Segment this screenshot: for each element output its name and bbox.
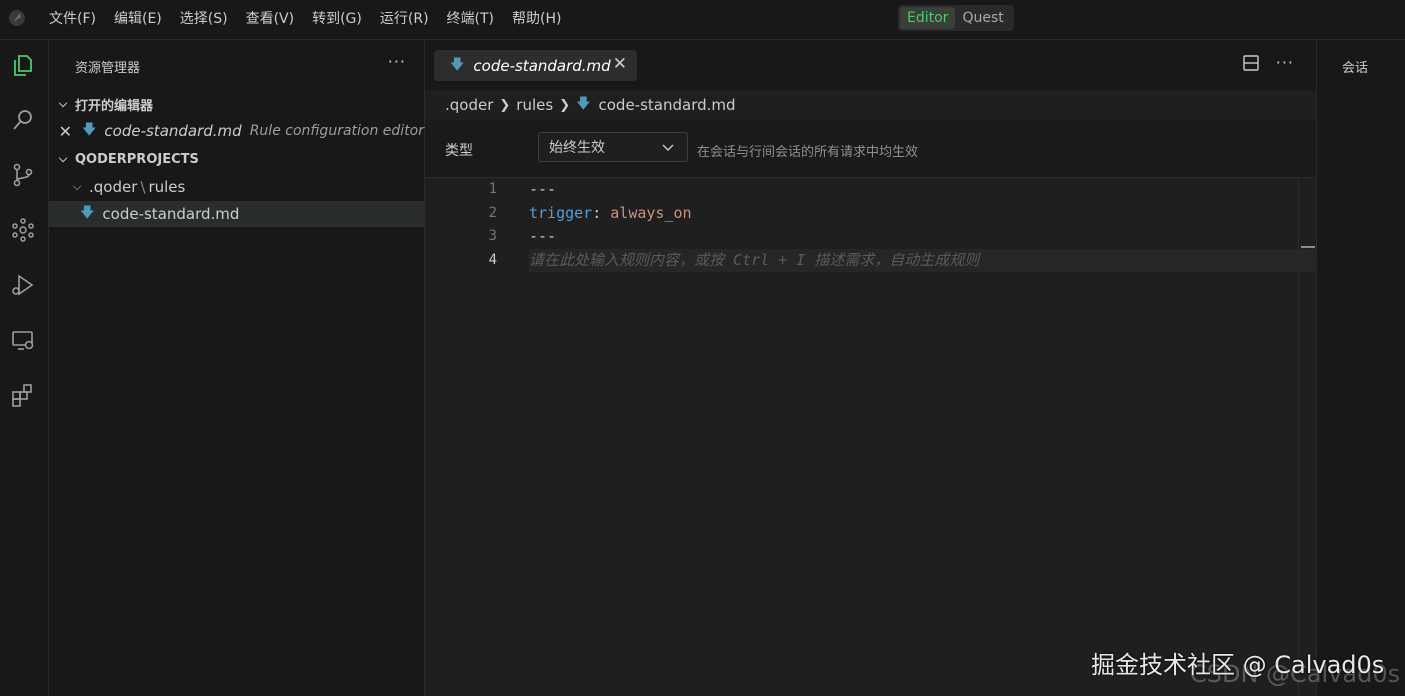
qoder-logo-icon (9, 10, 25, 26)
close-icon[interactable]: ✕ (49, 122, 72, 141)
menu-file[interactable]: 文件(F) (40, 0, 105, 38)
placeholder-text: 请在此处输入规则内容，或按 Ctrl + I 描述需求，自动生成规则 (529, 250, 980, 269)
chevron-down-icon: ⌵ (58, 152, 68, 165)
editor-tab[interactable]: 🡇 code-standard.md ✕ (434, 50, 637, 81)
markdown-file-icon: 🡇 (82, 122, 97, 138)
split-editor-icon[interactable] (1242, 54, 1260, 72)
explorer-icon[interactable] (10, 52, 36, 78)
markdown-file-icon: 🡇 (576, 96, 591, 112)
menu-bar: 文件(F) 编辑(E) 选择(S) 查看(V) 转到(G) 运行(R) 终端(T… (40, 0, 570, 38)
code-token: : (592, 203, 611, 222)
source-control-icon[interactable] (10, 162, 36, 188)
breadcrumb-item[interactable]: code-standard.md (599, 96, 736, 114)
chat-panel: 会话 (1316, 40, 1405, 696)
title-bar: 文件(F) 编辑(E) 选择(S) 查看(V) 转到(G) 运行(R) 终端(T… (0, 0, 1405, 40)
rule-type-select[interactable]: 始终生效 (538, 132, 688, 162)
menu-selection[interactable]: 选择(S) (171, 0, 237, 38)
line-number: 3 (488, 228, 497, 244)
menu-terminal[interactable]: 终端(T) (438, 0, 503, 38)
file-name: code-standard.md (102, 205, 240, 223)
code-line[interactable]: 1 --- (425, 178, 1315, 201)
chevron-down-icon: ⌵ (58, 97, 68, 110)
line-number: 4 (488, 251, 497, 268)
extensions-icon[interactable] (10, 382, 36, 408)
breadcrumb: .qoder ❯ rules ❯ 🡇 code-standard.md (445, 94, 736, 116)
code-line[interactable]: 3 --- (425, 225, 1315, 248)
rule-type-value: 始终生效 (549, 140, 605, 156)
line-number: 1 (488, 181, 497, 197)
run-debug-icon[interactable] (10, 272, 36, 298)
scrollbar-cursor-marker (1301, 246, 1315, 248)
code-token: always_on (610, 203, 692, 222)
project-heading: QODERPROJECTS (75, 151, 199, 167)
open-editors-section[interactable]: ⌵ 打开的编辑器 (49, 93, 424, 115)
folder-part-qoder: .qoder (89, 178, 138, 196)
menu-go[interactable]: 转到(G) (303, 0, 371, 38)
activity-bar (0, 40, 49, 696)
folder-part-rules: rules (148, 178, 186, 196)
code-line[interactable]: 2 trigger: always_on (425, 202, 1315, 225)
chevron-down-icon: ⌵ (72, 180, 82, 193)
menu-run[interactable]: 运行(R) (371, 0, 438, 38)
chevron-right-icon: ❯ (559, 97, 571, 113)
menu-view[interactable]: 查看(V) (237, 0, 304, 38)
rule-config-bar: 类型 始终生效 在会话与行间会话的所有请求中均生效 (425, 120, 1316, 178)
markdown-file-icon: 🡇 (80, 205, 95, 221)
menu-edit[interactable]: 编辑(E) (105, 0, 171, 38)
mode-editor-button[interactable]: Editor (900, 7, 956, 29)
code-token: trigger (529, 203, 593, 222)
code-editor[interactable]: 1 --- 2 trigger: always_on 3 --- 4 请在此处输入规则内容，或… (425, 178, 1316, 696)
editor-more-button[interactable]: ··· (1276, 53, 1294, 72)
mode-quest-button[interactable]: Quest (955, 7, 1010, 29)
tab-close-icon[interactable]: ✕ (613, 54, 627, 74)
editor-area: 🡇 code-standard.md ✕ ··· .qoder ❯ rules … (425, 40, 1316, 696)
code-text: 请在此处输入规则内容，或按 Ctrl + I 描述需求，自动生成规则 (529, 249, 979, 272)
remote-explorer-icon[interactable] (10, 327, 36, 353)
tab-label: code-standard.md (473, 56, 611, 75)
code-token: --- (529, 180, 557, 198)
rule-type-hint: 在会话与行间会话的所有请求中均生效 (697, 145, 919, 160)
file-item[interactable]: 🡇 code-standard.md (49, 201, 424, 227)
chat-panel-title[interactable]: 会话 (1342, 57, 1368, 76)
markdown-file-icon: 🡇 (450, 56, 465, 73)
breadcrumb-item[interactable]: .qoder (445, 96, 493, 114)
breadcrumb-item[interactable]: rules (516, 96, 553, 114)
open-editors-heading: 打开的编辑器 (75, 98, 154, 114)
open-editor-item[interactable]: ✕ 🡇 code-standard.md Rule configuration … (49, 118, 424, 144)
menu-help[interactable]: 帮助(H) (503, 0, 570, 38)
code-line[interactable]: 4 请在此处输入规则内容，或按 Ctrl + I 描述需求，自动生成规则 (425, 249, 1315, 272)
code-token: --- (529, 227, 557, 245)
open-editor-description: Rule configuration editor (249, 123, 424, 139)
sidebar-more-button[interactable]: ··· (388, 52, 406, 71)
path-separator: \ (140, 178, 146, 196)
tab-bar: 🡇 code-standard.md ✕ ··· (425, 40, 1316, 90)
tab-actions: ··· (1242, 53, 1294, 72)
project-section[interactable]: ⌵ QODERPROJECTS (49, 148, 424, 170)
agents-icon[interactable] (10, 217, 36, 243)
code-text: trigger: always_on (529, 202, 692, 225)
search-icon[interactable] (10, 107, 36, 133)
explorer-sidebar: 资源管理器 ··· ⌵ 打开的编辑器 ✕ 🡇 code-standard.md … (49, 40, 425, 696)
open-editor-filename: code-standard.md (104, 122, 242, 140)
sidebar-title: 资源管理器 (75, 61, 141, 76)
watermark: 掘金技术社区 @ Calvad0s (1091, 651, 1385, 679)
mode-switch: Editor Quest (898, 5, 1014, 31)
code-text: --- (529, 225, 556, 248)
chevron-down-icon (662, 144, 674, 151)
code-text: --- (529, 178, 556, 201)
folder-item[interactable]: ⌵ .qoder \ rules (49, 174, 424, 200)
line-number: 2 (488, 204, 497, 221)
editor-scrollbar[interactable] (1298, 178, 1316, 696)
rule-type-label: 类型 (445, 143, 473, 159)
chevron-right-icon: ❯ (499, 97, 511, 113)
